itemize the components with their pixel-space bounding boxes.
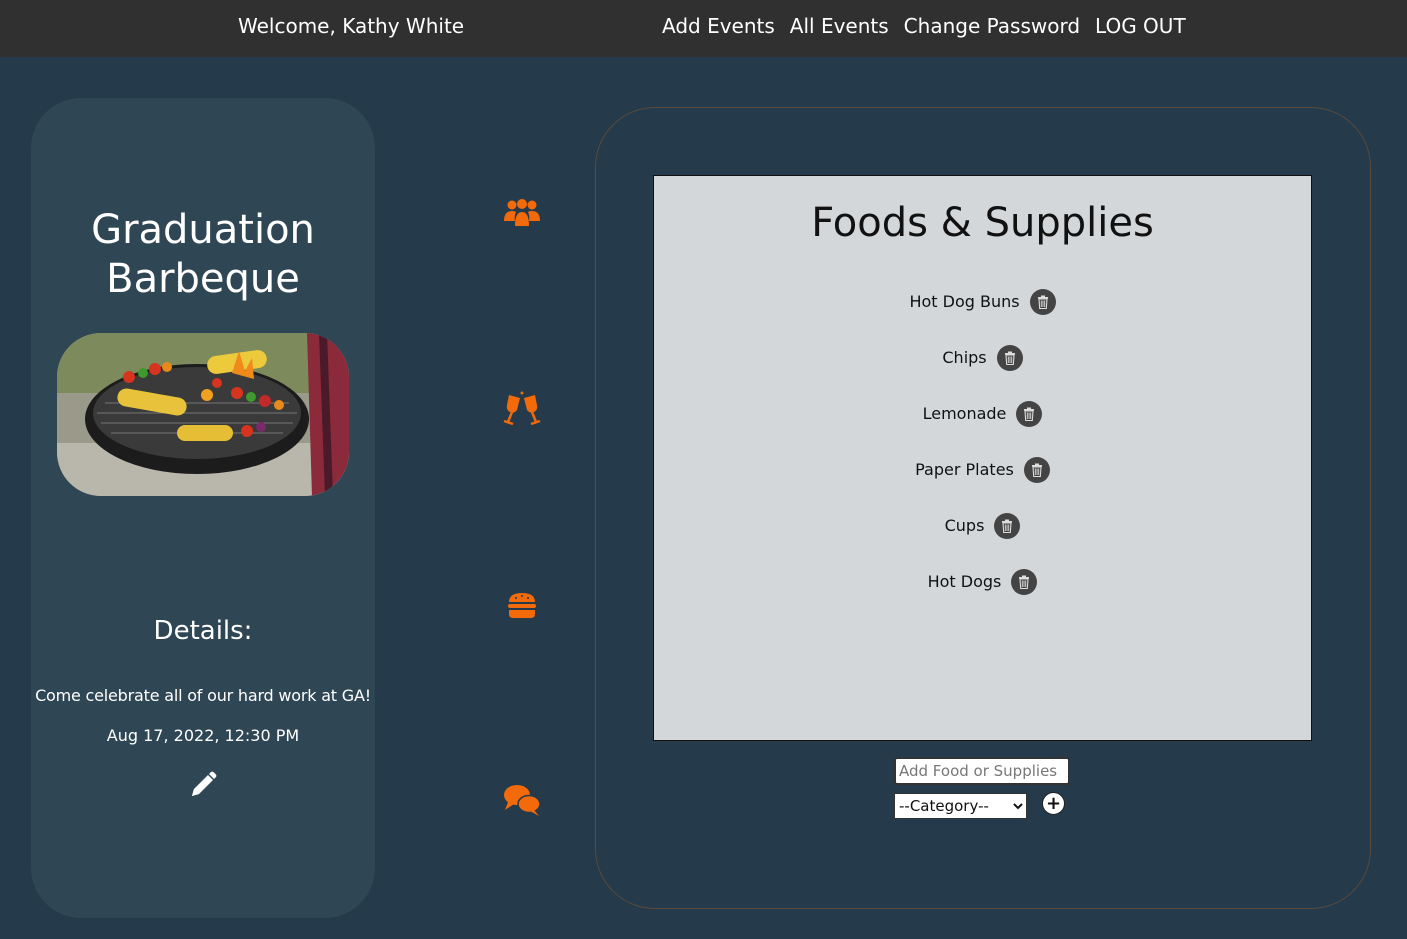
event-date: Aug 17, 2022, 12:30 PM [106, 726, 300, 745]
nav-links: Add Events All Events Change Password LO… [662, 14, 1186, 38]
list-item: Paper Plates [654, 442, 1311, 498]
item-label: Chips [942, 348, 987, 367]
event-photo [57, 333, 349, 496]
item-label: Hot Dogs [927, 572, 1002, 591]
add-food-input[interactable] [894, 757, 1070, 785]
delete-item-button[interactable] [1023, 457, 1050, 483]
add-item-button[interactable]: + [1042, 792, 1065, 815]
top-nav: Welcome, Kathy White Add Events All Even… [0, 0, 1407, 57]
nav-logout-link[interactable]: LOG OUT [1095, 14, 1186, 38]
event-card: Graduation Barbeque Details: Come celebr… [31, 98, 375, 918]
comments-icon [504, 785, 541, 816]
trash-icon [1004, 351, 1015, 365]
foods-list-box: Foods & Supplies Hot Dog Buns Chips Lemo… [653, 175, 1312, 741]
plus-icon: + [1045, 792, 1062, 814]
trash-icon [1019, 575, 1030, 589]
nav-change-password-link[interactable]: Change Password [904, 14, 1080, 38]
pencil-icon [192, 771, 217, 796]
food-section-button[interactable] [501, 584, 543, 626]
bbq-grill-photo [57, 333, 349, 496]
nav-add-events-link[interactable]: Add Events [662, 14, 775, 38]
welcome-text: Welcome, Kathy White [238, 14, 465, 38]
delete-item-button[interactable] [1029, 289, 1056, 315]
list-item: Hot Dog Buns [654, 274, 1311, 330]
list-item: Chips [654, 330, 1311, 386]
burger-icon [508, 593, 536, 618]
details-heading: Details: [153, 616, 253, 646]
trash-icon [1031, 463, 1042, 477]
trash-icon [1037, 295, 1048, 309]
delete-item-button[interactable] [1016, 401, 1043, 427]
guests-section-button[interactable] [501, 194, 543, 236]
edit-event-button[interactable] [187, 769, 219, 801]
champagne-glasses-icon [503, 391, 541, 426]
foods-list: Hot Dog Buns Chips Lemonade Paper Plates… [654, 274, 1311, 610]
trash-icon [1024, 407, 1035, 421]
list-item: Hot Dogs [654, 554, 1311, 610]
comments-section-button[interactable] [501, 779, 543, 821]
item-label: Hot Dog Buns [909, 292, 1020, 311]
drinks-section-button[interactable] [501, 389, 543, 431]
delete-item-button[interactable] [1011, 569, 1038, 595]
event-description: Come celebrate all of our hard work at G… [35, 686, 371, 705]
delete-item-button[interactable] [994, 513, 1021, 539]
foods-title: Foods & Supplies [811, 200, 1154, 246]
item-label: Paper Plates [915, 460, 1014, 479]
list-item: Lemonade [654, 386, 1311, 442]
event-title: Graduation Barbeque [91, 207, 315, 302]
nav-all-events-link[interactable]: All Events [790, 14, 889, 38]
delete-item-button[interactable] [996, 345, 1023, 371]
people-group-icon [504, 199, 540, 226]
trash-icon [1002, 519, 1013, 533]
list-item: Cups [654, 498, 1311, 554]
item-label: Cups [944, 516, 985, 535]
item-label: Lemonade [922, 404, 1007, 423]
category-select[interactable]: --Category-- [894, 793, 1027, 819]
